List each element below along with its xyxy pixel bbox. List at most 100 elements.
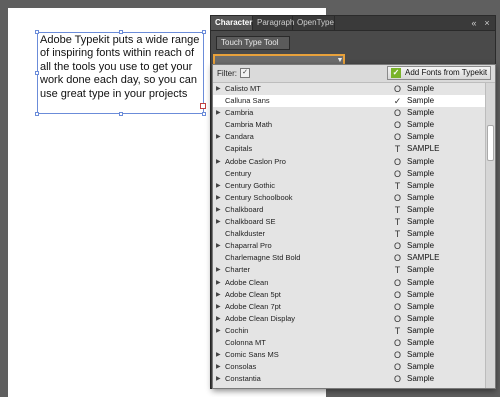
font-sample: Sample xyxy=(407,325,435,335)
selected-text-frame[interactable]: Adobe Typekit puts a wide range of inspi… xyxy=(37,32,204,114)
expand-arrow-icon[interactable]: ▶ xyxy=(216,264,222,276)
font-type-icon: ✓ xyxy=(393,96,402,107)
font-name: Capitals xyxy=(225,144,253,154)
font-list-item[interactable]: ▶ Century Gothic T Sample xyxy=(213,180,485,192)
scrollbar[interactable] xyxy=(485,83,495,388)
font-sample: SAMPLE xyxy=(407,253,440,263)
font-list-item[interactable]: Capitals T SAMPLE xyxy=(213,143,485,155)
overflow-port[interactable] xyxy=(200,103,206,109)
expand-arrow-icon[interactable]: ▶ xyxy=(216,301,222,313)
font-type-icon: T xyxy=(394,180,401,191)
font-list-item[interactable]: Cambria Math O Sample xyxy=(213,119,485,131)
resize-handle-bottom[interactable] xyxy=(119,112,123,116)
font-name: Century Schoolbook xyxy=(225,192,293,202)
panel-tab-bar: Character Paragraph OpenType « × xyxy=(211,16,495,31)
expand-arrow-icon[interactable]: ▶ xyxy=(216,313,222,325)
font-type-icon: T xyxy=(394,217,401,228)
collapse-icon[interactable]: « xyxy=(469,18,479,28)
font-type-icon: O xyxy=(393,132,401,143)
font-list-item[interactable]: ▶ Chalkboard T Sample xyxy=(213,204,485,216)
font-list-item[interactable]: ▶ Adobe Caslon Pro O Sample xyxy=(213,156,485,168)
expand-arrow-icon[interactable]: ▶ xyxy=(216,180,222,192)
font-type-icon: O xyxy=(393,374,401,385)
font-sample: Sample xyxy=(407,84,435,93)
font-name: Chalkboard SE xyxy=(225,217,276,227)
font-list-item[interactable]: ▶ Comic Sans MS O Sample xyxy=(213,349,485,361)
font-name: Colonna MT xyxy=(225,337,266,347)
font-sample: Sample xyxy=(407,277,435,287)
expand-arrow-icon[interactable]: ▶ xyxy=(216,131,222,143)
tab-paragraph[interactable]: Paragraph xyxy=(253,16,294,30)
font-list-item[interactable]: Charlemagne Std Bold O SAMPLE xyxy=(213,252,485,264)
font-list-item[interactable]: ▶ Calisto MT O Sample xyxy=(213,83,485,95)
font-name: Century xyxy=(225,168,252,178)
font-name: Constantia xyxy=(225,374,261,384)
resize-handle-top-right[interactable] xyxy=(202,30,206,34)
font-list-item[interactable]: ▶ Adobe Clean O Sample xyxy=(213,277,485,289)
font-sample: Sample xyxy=(407,265,435,275)
font-sample: Sample xyxy=(407,192,435,202)
font-sample: Sample xyxy=(407,217,435,227)
expand-arrow-icon[interactable]: ▶ xyxy=(216,349,222,361)
font-list-item[interactable]: ▶ Cambria O Sample xyxy=(213,107,485,119)
font-sample: Sample xyxy=(407,120,435,130)
font-name: Adobe Clean 7pt xyxy=(225,301,281,311)
font-type-icon: O xyxy=(393,277,401,288)
font-list-item[interactable]: ▶ Century Schoolbook O Sample xyxy=(213,192,485,204)
font-name: Comic Sans MS xyxy=(225,350,279,360)
expand-arrow-icon[interactable]: ▶ xyxy=(216,204,222,216)
font-name: Adobe Caslon Pro xyxy=(225,156,286,166)
tab-character[interactable]: Character xyxy=(211,16,253,30)
font-type-icon: O xyxy=(393,362,401,373)
resize-handle-bottom-right[interactable] xyxy=(202,112,206,116)
scroll-thumb[interactable] xyxy=(487,125,494,161)
expand-arrow-icon[interactable]: ▶ xyxy=(216,373,222,385)
font-type-icon: O xyxy=(393,108,401,119)
expand-arrow-icon[interactable]: ▶ xyxy=(216,83,222,95)
font-name: Cochin xyxy=(225,325,249,335)
font-list-item[interactable]: ▶ Charter T Sample xyxy=(213,264,485,276)
typekit-icon: ✓ xyxy=(391,68,401,78)
font-type-icon: O xyxy=(393,337,401,348)
font-name: Century Gothic xyxy=(225,180,276,190)
font-list-item[interactable]: Century O Sample xyxy=(213,168,485,180)
expand-arrow-icon[interactable]: ▶ xyxy=(216,240,222,252)
font-type-icon: O xyxy=(393,350,401,361)
expand-arrow-icon[interactable]: ▶ xyxy=(216,216,222,228)
resize-handle-top[interactable] xyxy=(119,30,123,34)
expand-arrow-icon[interactable]: ▶ xyxy=(216,156,222,168)
font-list-item[interactable]: ▶ Adobe Clean 5pt O Sample xyxy=(213,289,485,301)
font-list-item[interactable]: Chalkduster T Sample xyxy=(213,228,485,240)
font-list-item[interactable]: ▶ Constantia O Sample xyxy=(213,373,485,385)
font-name: Adobe Clean Display xyxy=(225,313,296,323)
font-list-item[interactable]: Calluna Sans ✓ Sample xyxy=(213,95,485,108)
add-fonts-from-typekit-button[interactable]: ✓ Add Fonts from Typekit xyxy=(387,66,491,80)
expand-arrow-icon[interactable]: ▶ xyxy=(216,325,222,337)
font-name: Chaparral Pro xyxy=(225,241,272,251)
font-sample: Sample xyxy=(407,241,435,251)
touch-type-tool-button[interactable]: Touch Type Tool xyxy=(216,36,290,50)
resize-handle-left[interactable] xyxy=(35,71,39,75)
close-icon[interactable]: × xyxy=(482,18,492,28)
font-menu-dropdown: Filter: ✓ ✓ Add Fonts from Typekit ▶ Cali… xyxy=(212,64,496,389)
font-list-item[interactable]: ▶ Chalkboard SE T Sample xyxy=(213,216,485,228)
expand-arrow-icon[interactable]: ▶ xyxy=(216,277,222,289)
resize-handle-top-left[interactable] xyxy=(35,30,39,34)
expand-arrow-icon[interactable]: ▶ xyxy=(216,361,222,373)
font-list-item[interactable]: ▶ Adobe Clean 7pt O Sample xyxy=(213,301,485,313)
filter-icon[interactable]: ✓ xyxy=(240,68,250,78)
font-list-item[interactable]: ▶ Chaparral Pro O Sample xyxy=(213,240,485,252)
font-list-item[interactable]: ▶ Adobe Clean Display O Sample xyxy=(213,313,485,325)
font-list-item[interactable]: Colonna MT O Sample xyxy=(213,337,485,349)
font-type-icon: T xyxy=(394,325,401,336)
font-sample: Sample xyxy=(407,204,435,214)
resize-handle-bottom-left[interactable] xyxy=(35,112,39,116)
tab-opentype[interactable]: OpenType xyxy=(293,16,335,30)
font-list-item[interactable]: ▶ Candara O Sample xyxy=(213,131,485,143)
expand-arrow-icon[interactable]: ▶ xyxy=(216,192,222,204)
font-list-item[interactable]: ▶ Consolas O Sample xyxy=(213,361,485,373)
expand-arrow-icon[interactable]: ▶ xyxy=(216,107,222,119)
font-list-item[interactable]: ▶ Cochin T Sample xyxy=(213,325,485,337)
expand-arrow-icon[interactable]: ▶ xyxy=(216,289,222,301)
font-sample: Sample xyxy=(407,96,435,106)
